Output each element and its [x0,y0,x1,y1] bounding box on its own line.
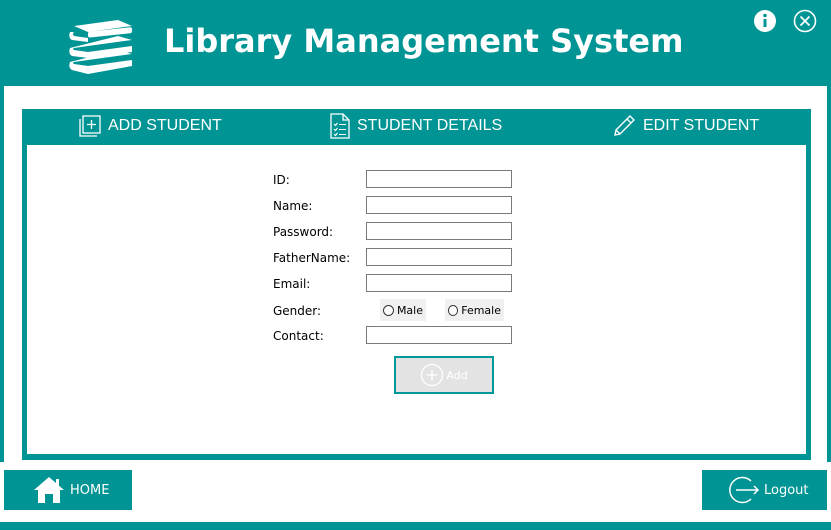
checklist-document-icon [330,113,350,139]
radio-circle-icon [383,304,394,316]
tab-edit-student-label: EDIT STUDENT [643,117,760,134]
add-button[interactable]: Add [394,356,494,394]
bottom-border [0,522,831,530]
home-button[interactable]: HOME [4,470,132,510]
tab-add-student-label: ADD STUDENT [108,117,222,134]
password-label: Password: [273,225,334,239]
add-square-icon [79,115,101,137]
fathername-input[interactable] [366,248,512,266]
gender-label: Gender: [273,304,322,318]
logout-icon [729,476,760,504]
app-title: Library Management System [164,22,684,60]
books-stack-icon [69,20,132,74]
email-label: Email: [273,277,311,291]
password-input[interactable] [366,222,512,240]
fathername-label: FatherName: [273,251,351,265]
id-input[interactable] [366,170,512,188]
gender-female-radio[interactable]: Female [445,299,504,321]
home-icon [34,477,64,503]
gender-male-label: Male [396,303,423,317]
info-icon[interactable] [753,9,777,33]
plus-circle-icon [421,363,444,387]
app-header: Library Management System [0,0,831,86]
pencil-icon [614,115,635,136]
home-label: HOME [70,482,110,498]
email-input[interactable] [366,274,512,292]
name-label: Name: [273,199,313,213]
radio-circle-icon [448,304,459,316]
name-input[interactable] [366,196,512,214]
student-panel: ADD STUDENT STUDENT DETAILS EDIT STUDENT… [22,109,811,460]
id-label: ID: [273,173,290,187]
close-circle-icon[interactable] [793,9,817,33]
tab-add-student[interactable]: ADD STUDENT [78,109,222,143]
add-student-form: ID: Name: Password: FatherName: Email: G… [27,145,806,454]
logout-button[interactable]: Logout [702,470,827,510]
tab-student-details-label: STUDENT DETAILS [357,117,503,134]
add-button-label: Add [446,368,468,382]
gender-male-radio[interactable]: Male [380,299,426,321]
tab-student-details[interactable]: STUDENT DETAILS [329,109,502,143]
gender-female-label: Female [461,303,501,317]
contact-label: Contact: [273,329,324,343]
tab-bar: ADD STUDENT STUDENT DETAILS EDIT STUDENT [22,109,811,145]
contact-input[interactable] [366,326,512,344]
tab-edit-student[interactable]: EDIT STUDENT [611,109,759,143]
logout-label: Logout [764,482,809,498]
